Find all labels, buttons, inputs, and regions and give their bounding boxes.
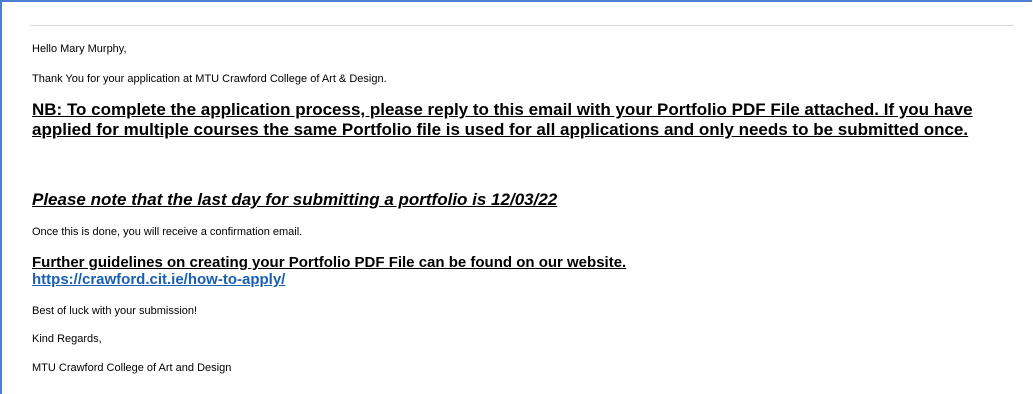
sign-off-text: Kind Regards,: [32, 333, 102, 345]
guidelines-text: Further guidelines on creating your Port…: [32, 254, 627, 271]
good-luck-text: Best of luck with your submission!: [32, 305, 198, 317]
deadline-notice: Please note that the last day for submit…: [32, 190, 558, 209]
thanks-text: Thank You for your application at MTU Cr…: [32, 73, 387, 85]
greeting-text: Hello Mary Murphy,: [32, 43, 127, 55]
signature-text: MTU Crawford College of Art and Design: [32, 362, 232, 374]
email-viewer-frame: Hello Mary Murphy, Thank You for your ap…: [0, 0, 1032, 394]
header-divider: [30, 25, 1014, 26]
website-link[interactable]: https://crawford.cit.ie/how-to-apply/: [32, 271, 285, 288]
nb-notice: NB: To complete the application process,…: [32, 100, 973, 139]
confirmation-text: Once this is done, you will receive a co…: [32, 226, 303, 238]
